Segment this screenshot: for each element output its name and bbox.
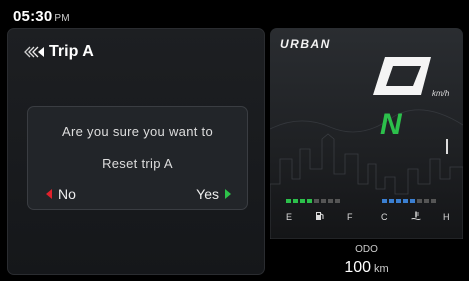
odometer: ODO 100 km — [270, 239, 463, 281]
clock-ampm: PM — [54, 13, 70, 24]
odo-reading: 100 km — [270, 259, 463, 277]
yes-label: Yes — [196, 186, 219, 202]
odo-value: 100 — [344, 259, 372, 276]
dialog-message-line1: Are you sure you want to — [62, 124, 213, 139]
temp-hot-label: H — [443, 212, 450, 222]
odo-label: ODO — [355, 244, 378, 255]
gear-indicator: N — [380, 108, 402, 141]
cluster-panel: URBAN km/h N E F C H — [270, 28, 463, 239]
left-arrow-icon — [46, 189, 52, 199]
reset-confirm-dialog: Are you sure you want to Reset trip A No… — [27, 106, 248, 210]
temp-cold-label: C — [381, 212, 388, 222]
fuel-full-label: F — [347, 212, 353, 222]
trip-panel: Trip A Are you sure you want to Reset tr… — [7, 28, 265, 275]
drive-mode: URBAN — [280, 37, 331, 51]
odo-unit: km — [374, 263, 389, 275]
fuel-pump-icon — [316, 212, 324, 220]
speed-digit-zero — [373, 57, 431, 95]
fuel-gauge-bars — [286, 199, 340, 203]
trip-header[interactable]: Trip A — [24, 43, 94, 61]
city-skyline-background — [270, 109, 463, 239]
clock-time: 05:30 — [13, 8, 53, 25]
no-button[interactable]: No — [46, 186, 76, 202]
yes-button[interactable]: Yes — [196, 186, 231, 202]
tach-marker — [446, 139, 448, 154]
coolant-temp-icon — [411, 211, 421, 220]
right-arrow-icon — [225, 189, 231, 199]
clock: 05:30 PM — [13, 8, 70, 25]
no-label: No — [58, 186, 76, 202]
temp-gauge-bars — [382, 199, 436, 203]
speed-unit: km/h — [432, 89, 450, 98]
fuel-empty-label: E — [286, 212, 293, 222]
back-chevron-icon[interactable] — [24, 45, 46, 59]
dialog-message-line2: Reset trip A — [102, 156, 173, 171]
trip-title: Trip A — [49, 43, 94, 60]
